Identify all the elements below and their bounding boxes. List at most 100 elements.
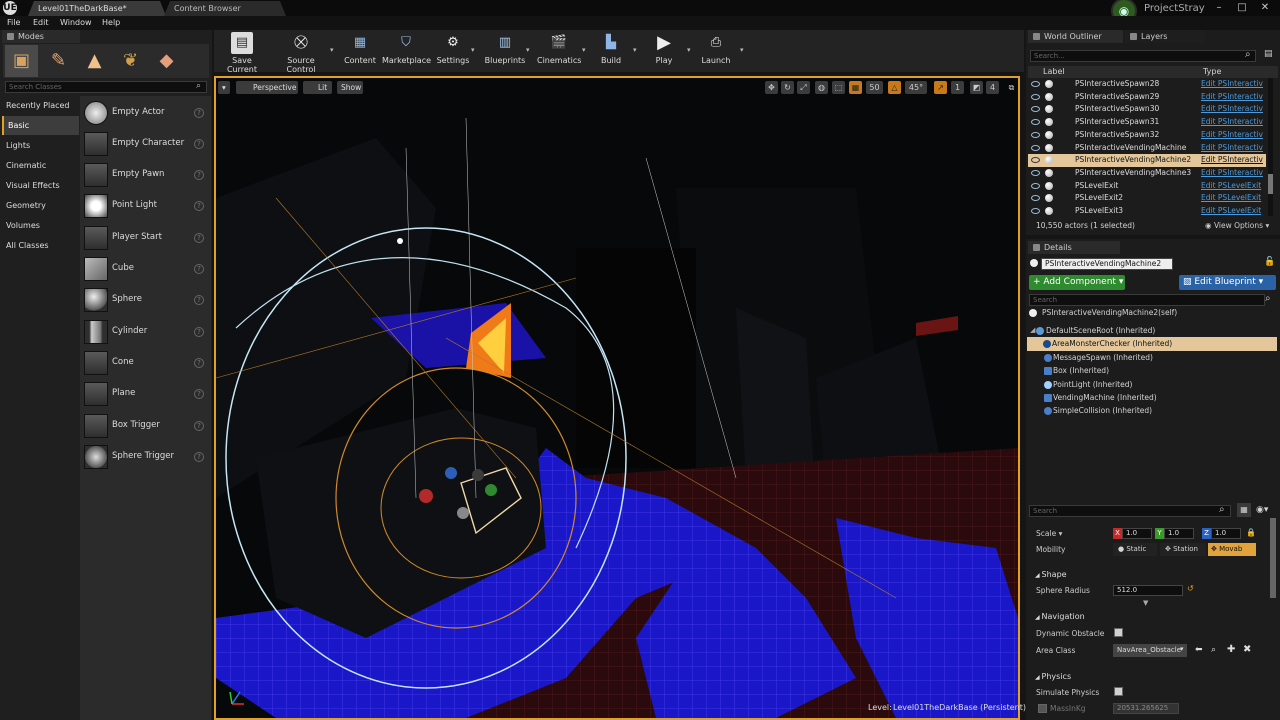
lock-scale-icon[interactable]: 🔒 — [1246, 528, 1256, 537]
modes-tab[interactable]: Modes — [2, 30, 80, 43]
place-mode-icon[interactable]: ▣ — [5, 45, 38, 77]
place-item-empty-pawn[interactable]: Empty Pawn? — [82, 160, 210, 190]
minimize-icon[interactable]: – — [1208, 0, 1230, 16]
category-geometry[interactable]: Geometry — [2, 196, 79, 215]
view-options-button[interactable]: ◉ View Options ▾ — [1205, 221, 1269, 230]
source-control-dropdown-icon[interactable]: ▾ — [330, 46, 334, 54]
camera-speed-icon[interactable]: ◩ — [970, 81, 983, 94]
settings-button[interactable]: ⚙ Settings — [435, 32, 471, 70]
visibility-eye-icon[interactable] — [1031, 119, 1040, 126]
cinematics-dropdown-icon[interactable]: ▾ — [582, 46, 586, 54]
visibility-eye-icon[interactable] — [1031, 131, 1040, 138]
grid-snap-icon[interactable]: ▦ — [849, 81, 862, 94]
visibility-eye-icon[interactable] — [1031, 93, 1040, 100]
scale-x-input[interactable]: 1.0 — [1122, 528, 1152, 539]
component-row[interactable]: Box (Inherited) — [1030, 364, 1278, 377]
menu-help[interactable]: Help — [102, 16, 120, 30]
outliner-row[interactable]: PSLevelExit3 Edit PSLevelExit — [1028, 205, 1266, 218]
grid-snap-value[interactable]: 50 — [866, 81, 883, 94]
place-item-point-light[interactable]: Point Light? — [82, 191, 210, 221]
mobility-stationary-button[interactable]: ✥ Station — [1160, 543, 1206, 556]
place-item-plane[interactable]: Plane? — [82, 379, 210, 409]
outliner-row-selected[interactable]: PSInteractiveVendingMachine2 Edit PSInter… — [1028, 154, 1266, 167]
use-selected-icon[interactable]: ⬅ — [1195, 645, 1203, 655]
mobility-static-button[interactable]: ● Static — [1113, 543, 1157, 556]
category-visual-effects[interactable]: Visual Effects — [2, 176, 79, 195]
source-control-button[interactable]: ⛒ Source Control — [272, 32, 330, 74]
save-current-button[interactable]: ▤ Save Current — [217, 32, 267, 74]
translate-tool-icon[interactable]: ✥ — [765, 81, 778, 94]
maximize-viewport-icon[interactable]: ⧉ — [1005, 81, 1018, 94]
help-icon[interactable]: ? — [194, 389, 204, 399]
column-type[interactable]: Type — [1203, 67, 1221, 76]
rotate-tool-icon[interactable]: ↻ — [781, 81, 794, 94]
outliner-row[interactable]: PSLevelExit2 Edit PSLevelExit — [1028, 192, 1266, 205]
category-lights[interactable]: Lights — [2, 136, 79, 155]
outliner-row[interactable]: PSInteractiveSpawn29 Edit PSInteractiv — [1028, 91, 1266, 104]
property-matrix-icon[interactable]: ▦ — [1237, 503, 1251, 517]
lit-button[interactable]: Lit — [303, 81, 332, 94]
component-self[interactable]: PSInteractiveVendingMachine2(self) — [1029, 306, 1277, 319]
mobility-movable-button[interactable]: ✥ Movab — [1208, 543, 1256, 556]
category-basic[interactable]: Basic — [2, 116, 79, 135]
place-item-cylinder[interactable]: Cylinder? — [82, 317, 210, 347]
launch-button[interactable]: ⎙ Launch — [700, 32, 732, 70]
component-row[interactable]: ◢ DefaultSceneRoot (Inherited) — [1030, 324, 1278, 337]
lock-icon[interactable]: 🔓 — [1264, 257, 1275, 267]
expand-advanced-icon[interactable]: ▼ — [1143, 599, 1148, 607]
clear-icon[interactable]: ✖ — [1243, 644, 1251, 655]
cinematics-button[interactable]: 🎬 Cinematics — [537, 32, 581, 70]
foliage-mode-icon[interactable]: ❦ — [114, 45, 147, 77]
visibility-eye-icon[interactable] — [1031, 169, 1040, 176]
help-icon[interactable]: ? — [194, 139, 204, 149]
tab-details[interactable]: Details — [1028, 241, 1120, 254]
outliner-search-input[interactable]: Search... — [1030, 50, 1256, 62]
viewport-options-dropdown[interactable]: ▾ — [218, 81, 230, 94]
column-label[interactable]: Label — [1043, 67, 1065, 76]
visibility-eye-icon[interactable] — [1031, 157, 1040, 164]
simulate-physics-checkbox[interactable] — [1114, 687, 1123, 696]
launch-dropdown-icon[interactable]: ▾ — [740, 46, 744, 54]
edit-blueprint-button[interactable]: ▧ Edit Blueprint ▾ — [1179, 275, 1276, 290]
scale-label[interactable]: Scale ▾ — [1036, 529, 1062, 538]
marketplace-button[interactable]: ⛉ Marketplace — [382, 32, 431, 70]
menu-file[interactable]: File — [7, 16, 20, 30]
outliner-row[interactable]: PSLevelExit Edit PSLevelExit — [1028, 180, 1266, 193]
scale-y-input[interactable]: 1.0 — [1164, 528, 1194, 539]
outliner-row[interactable]: PSInteractiveVendingMachine3 Edit PSInter… — [1028, 167, 1266, 180]
paint-mode-icon[interactable]: ✎ — [42, 45, 75, 77]
scale-snap-icon[interactable]: ↗ — [934, 81, 947, 94]
scale-z-input[interactable]: 1.0 — [1211, 528, 1241, 539]
tab-layers[interactable]: Layers — [1125, 30, 1205, 43]
settings-dropdown-icon[interactable]: ▾ — [471, 46, 475, 54]
content-button[interactable]: ▦ Content — [342, 32, 378, 70]
visibility-eye-icon[interactable] — [1031, 81, 1040, 87]
outliner-row[interactable]: PSInteractiveSpawn31 Edit PSInteractiv — [1028, 116, 1266, 129]
category-cinematic[interactable]: Cinematic — [2, 156, 79, 175]
browse-icon[interactable]: ⌕ — [1211, 645, 1216, 655]
build-button[interactable]: ▙ Build — [596, 32, 626, 70]
world-local-icon[interactable]: ◍ — [815, 81, 828, 94]
camera-speed-value[interactable]: 4 — [986, 81, 999, 94]
help-icon[interactable]: ? — [194, 421, 204, 431]
help-icon[interactable]: ? — [194, 108, 204, 118]
sphere-radius-input[interactable]: 512.0 — [1113, 585, 1183, 596]
reset-to-default-icon[interactable]: ↺ — [1187, 584, 1194, 593]
outliner-scrollbar[interactable] — [1268, 78, 1273, 216]
play-dropdown-icon[interactable]: ▾ — [687, 46, 691, 54]
place-item-sphere[interactable]: Sphere? — [82, 285, 210, 315]
help-icon[interactable]: ? — [194, 295, 204, 305]
outliner-row[interactable]: PSInteractiveSpawn30 Edit PSInteractiv — [1028, 103, 1266, 116]
place-item-sphere-trigger[interactable]: Sphere Trigger? — [82, 442, 210, 472]
components-search-input[interactable]: Search — [1029, 294, 1265, 306]
help-icon[interactable]: ? — [194, 170, 204, 180]
view-options-icon[interactable]: ◉▾ — [1256, 505, 1268, 515]
category-recently-placed[interactable]: Recently Placed — [2, 96, 79, 115]
menu-edit[interactable]: Edit — [33, 16, 49, 30]
section-shape[interactable]: ◢ Shape — [1027, 568, 1277, 582]
surface-snap-icon[interactable]: ⬚ — [832, 81, 845, 94]
help-icon[interactable]: ? — [194, 452, 204, 462]
close-icon[interactable]: ✕ — [1254, 0, 1276, 16]
build-dropdown-icon[interactable]: ▾ — [633, 46, 637, 54]
category-all-classes[interactable]: All Classes — [2, 236, 79, 255]
